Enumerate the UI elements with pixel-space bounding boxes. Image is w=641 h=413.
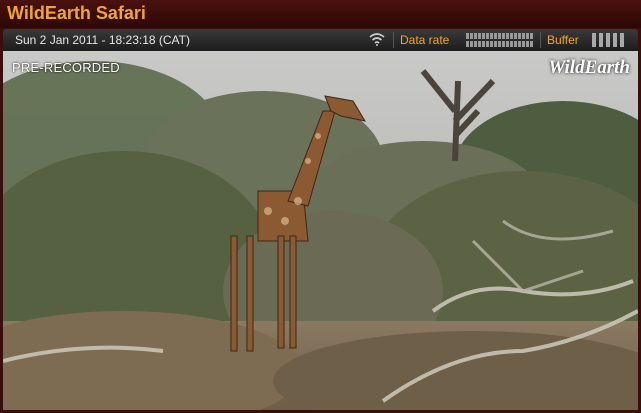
wildearth-logo: WildEarth bbox=[548, 57, 630, 78]
pre-recorded-label: PRE-RECORDED bbox=[12, 60, 120, 75]
status-divider bbox=[540, 32, 541, 48]
status-divider bbox=[393, 32, 394, 48]
buffer-meter bbox=[592, 33, 624, 47]
data-rate-label: Data rate bbox=[400, 33, 450, 47]
video-player[interactable]: PRE-RECORDED WildEarth bbox=[3, 51, 638, 410]
buffer-label: Buffer bbox=[547, 33, 579, 47]
stream-status-bar: Sun 2 Jan 2011 - 18:23:18 (CAT) Data rat… bbox=[3, 29, 638, 51]
app-window: WildEarth Safari Sun 2 Jan 2011 - 18:23:… bbox=[0, 0, 641, 413]
video-frame bbox=[3, 51, 638, 410]
data-rate-meter bbox=[466, 33, 534, 47]
app-title: WildEarth Safari bbox=[7, 3, 146, 23]
wifi-signal-icon bbox=[369, 33, 385, 46]
stream-datetime: Sun 2 Jan 2011 - 18:23:18 (CAT) bbox=[15, 33, 190, 47]
title-bar: WildEarth Safari bbox=[0, 0, 641, 28]
